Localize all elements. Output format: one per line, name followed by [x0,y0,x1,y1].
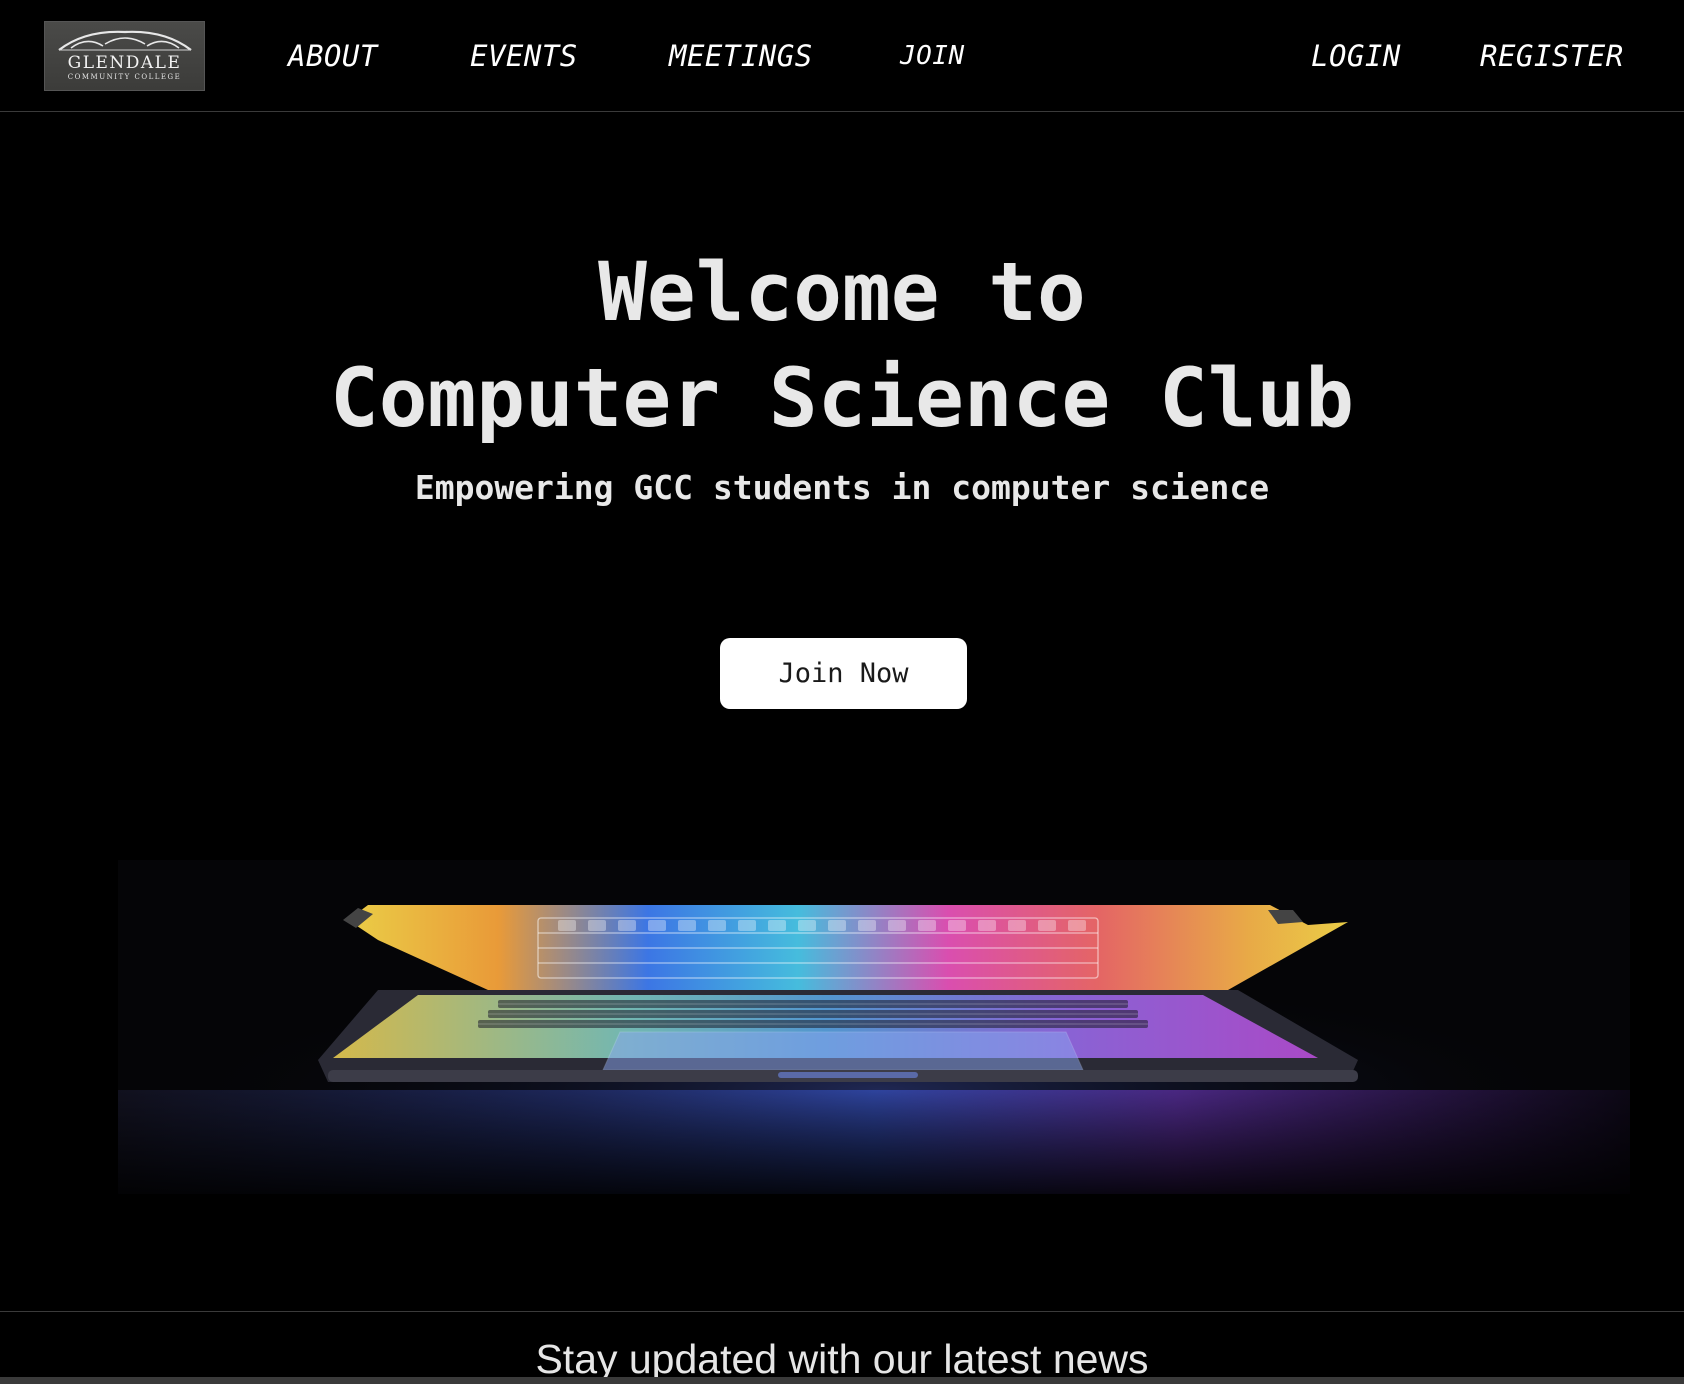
hero-title: Welcome to Computer Science Club [0,240,1684,452]
nav-register-link[interactable]: REGISTER [1480,36,1624,76]
hero-title-line-2: Computer Science Club [329,352,1355,446]
logo-name: GLENDALE [67,53,182,73]
page: GLENDALE COMMUNITY COLLEGE ABOUT EVENTS … [0,0,1684,1384]
logo-subtitle: COMMUNITY COLLEGE [67,73,182,81]
college-logo[interactable]: GLENDALE COMMUNITY COLLEGE [44,21,205,91]
hero-laptop-image [118,860,1630,1194]
join-now-button[interactable]: Join Now [720,638,967,709]
bottom-scroll-edge [0,1377,1684,1384]
top-navbar: GLENDALE COMMUNITY COLLEGE ABOUT EVENTS … [0,0,1684,112]
laptop-illustration [118,905,1630,1194]
nav-login-link[interactable]: LOGIN [1311,36,1401,76]
nav-join-link[interactable]: JOIN [900,36,965,76]
hero-title-line-1: Welcome to [598,246,1086,340]
news-section: Stay updated with our latest news [0,1311,1684,1384]
nav-meetings-link[interactable]: MEETINGS [669,36,813,76]
nav-events-link[interactable]: EVENTS [470,36,578,76]
hero-subtitle: Empowering GCC students in computer scie… [414,468,1270,507]
nav-about-link[interactable]: ABOUT [288,36,378,76]
